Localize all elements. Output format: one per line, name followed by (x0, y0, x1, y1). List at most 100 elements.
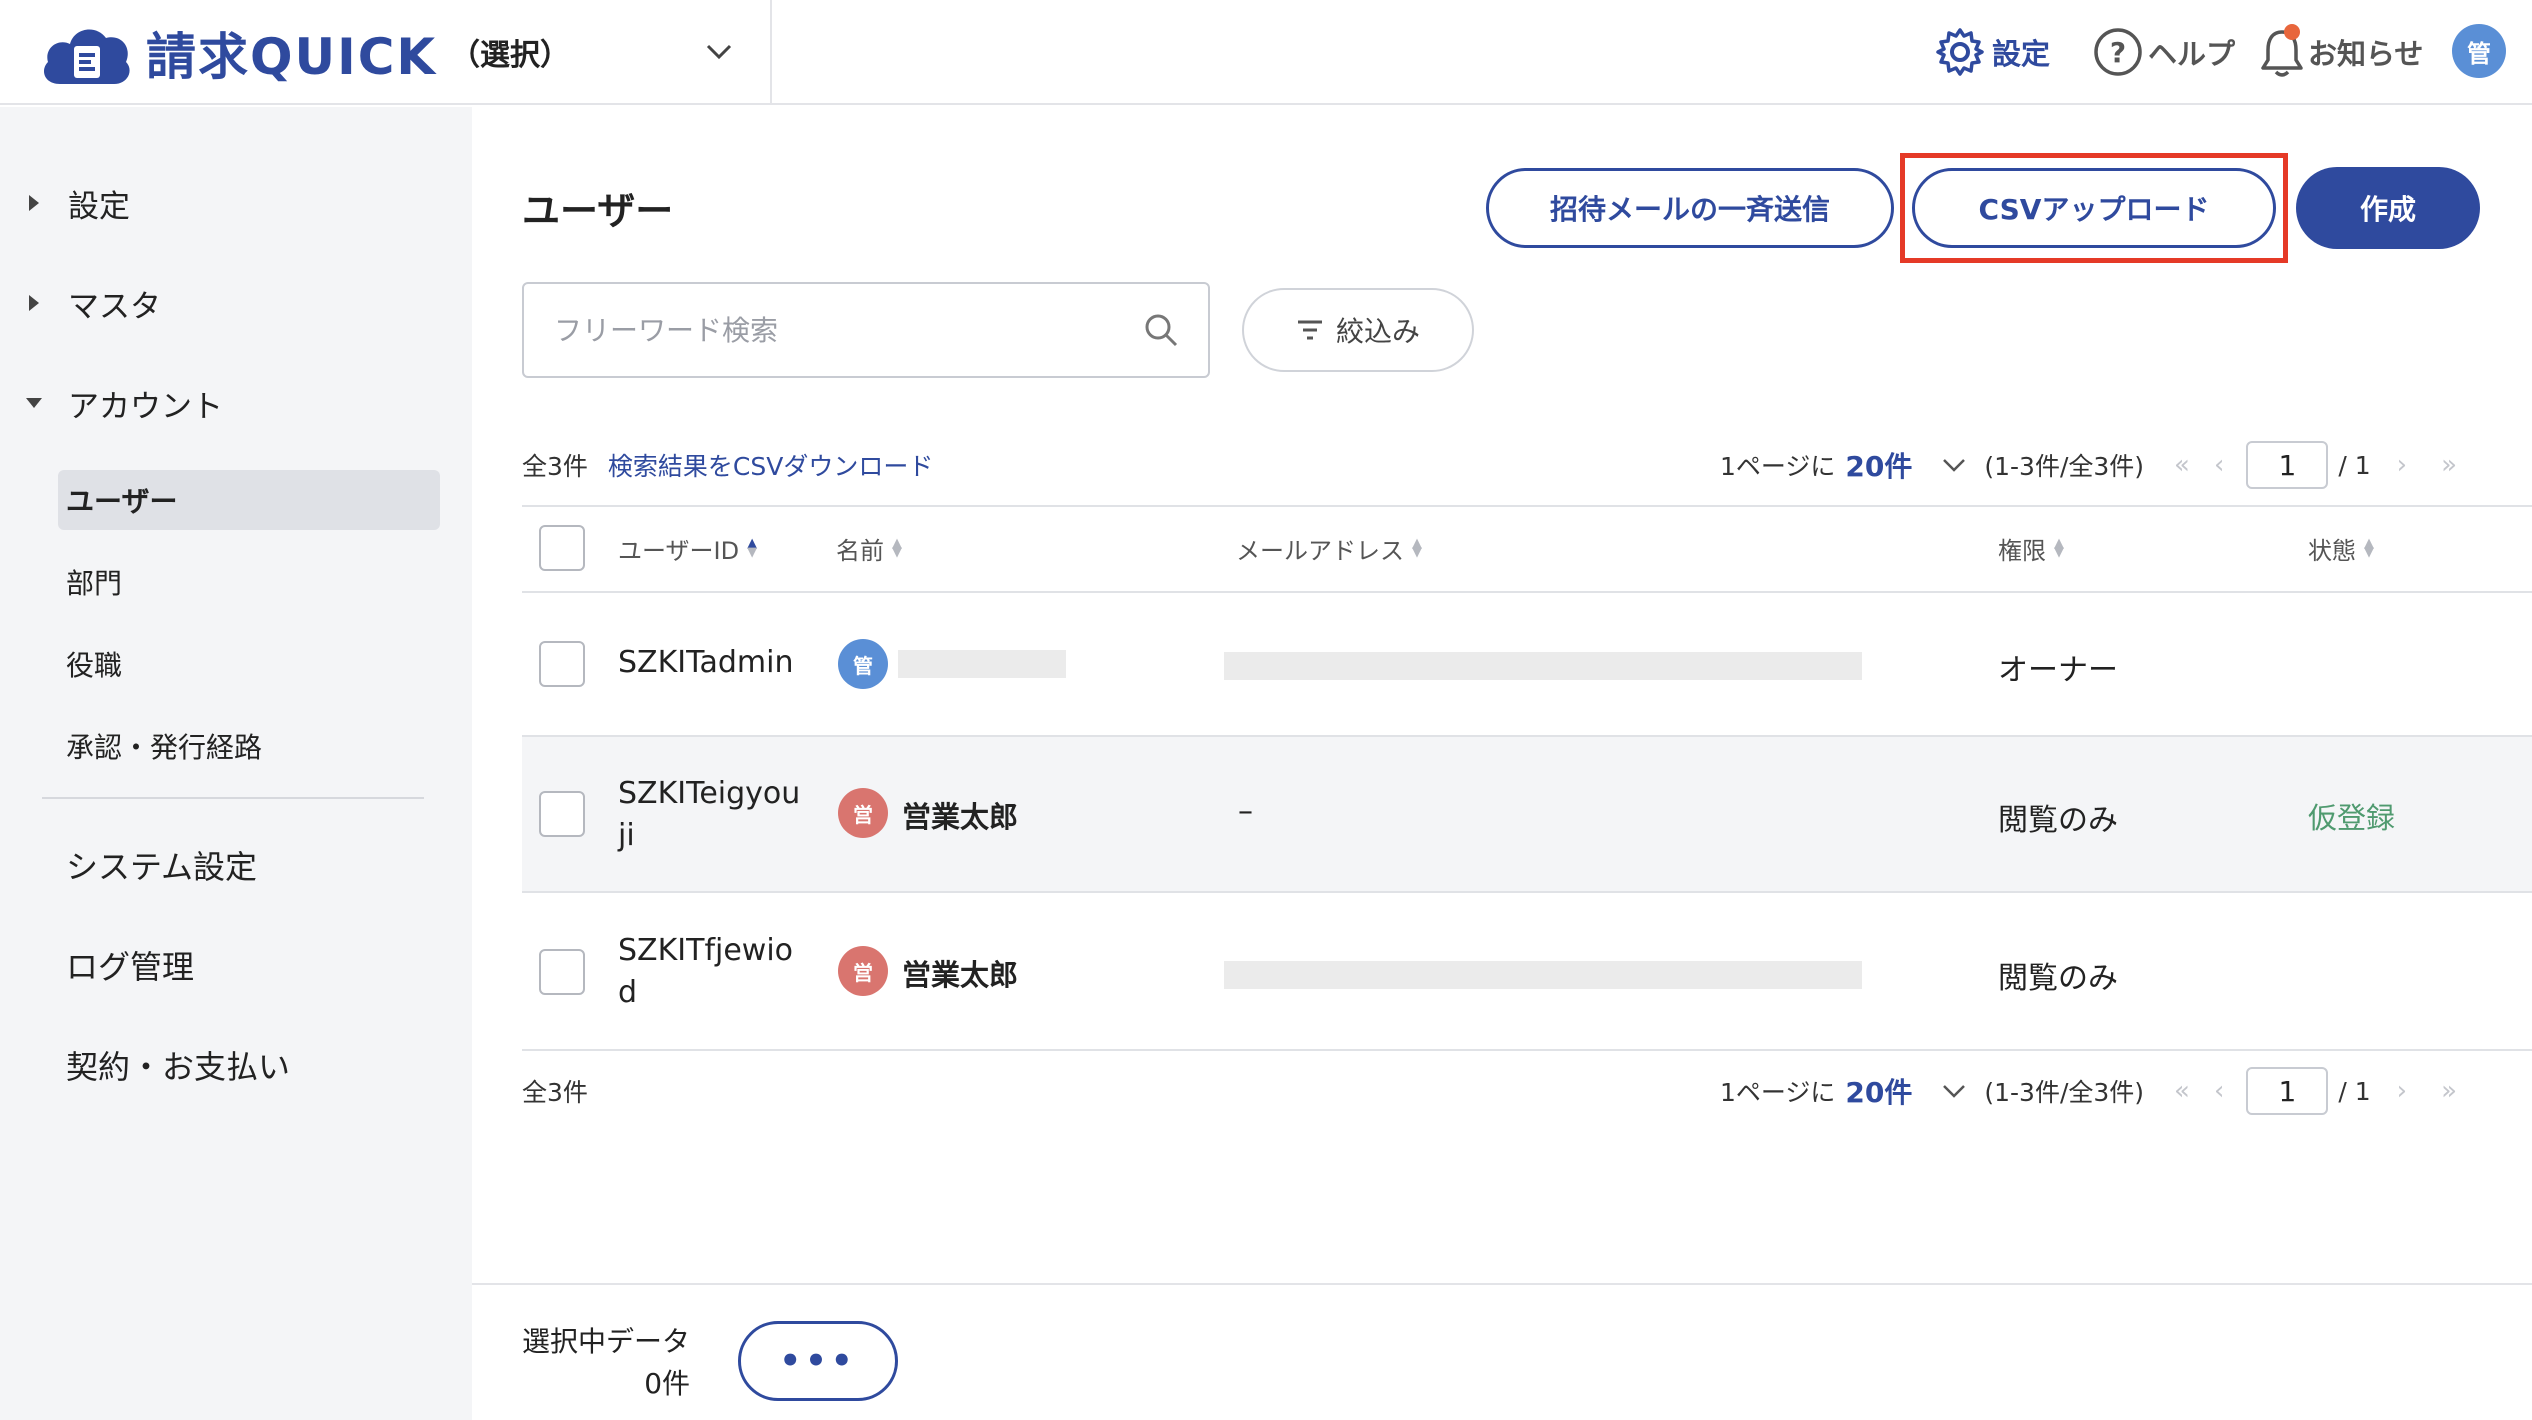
page-title: ユーザー (522, 189, 674, 233)
row-avatar: 営 (838, 946, 888, 996)
company-select-value: （選択） (450, 38, 570, 73)
sort-icon: ▲ ▼ (1412, 536, 1422, 560)
pager-top: 1ページに 20件 (1-3件/全3件) « ‹ 1 / 1 › » (1720, 441, 2469, 489)
app-logo[interactable]: 請求QUICK (38, 18, 437, 88)
column-header-role[interactable]: 権限 ▲ ▼ (1998, 528, 2064, 568)
next-page-icon[interactable]: › (2397, 1076, 2407, 1106)
chevron-down-icon[interactable] (1942, 1084, 1966, 1098)
more-actions-button[interactable]: ••• (738, 1321, 898, 1401)
first-page-icon[interactable]: « (2174, 450, 2190, 480)
help-label: ヘルプ (2148, 37, 2236, 71)
redacted-email (1224, 961, 1862, 989)
pager-bottom: 1ページに 20件 (1-3件/全3件) « ‹ 1 / 1 › » (1720, 1067, 2469, 1115)
notifications-label: お知らせ (2308, 37, 2424, 71)
cloud-document-icon (38, 18, 134, 88)
total-pages: / 1 (2338, 1076, 2371, 1106)
sidebar-group-settings[interactable]: 設定 (0, 173, 130, 233)
total-count: 全3件 (522, 452, 588, 481)
status-badge: 仮登録 (2308, 801, 2396, 835)
create-button[interactable]: 作成 (2296, 167, 2480, 249)
sort-icon: ▲ ▼ (2054, 536, 2064, 560)
search-icon[interactable] (1144, 313, 1178, 347)
row-avatar: 管 (838, 639, 888, 689)
sidebar-item-departments[interactable]: 部門 (58, 552, 440, 612)
gear-icon (1936, 28, 1984, 76)
filter-label: 絞込み (1335, 315, 1420, 348)
sidebar-group-master[interactable]: マスタ (0, 273, 161, 333)
column-header-name[interactable]: 名前 ▲ ▼ (836, 528, 902, 568)
selected-label: 選択中データ (522, 1325, 691, 1358)
sidebar-group-label: アカウント (68, 388, 223, 425)
header-divider (770, 0, 772, 105)
role-cell: 閲覧のみ (1998, 961, 2118, 996)
caret-down-icon (0, 397, 68, 409)
select-all-checkbox[interactable] (539, 525, 585, 571)
column-label: 状態 (2308, 536, 2356, 565)
bulk-invite-button[interactable]: 招待メールの一斉送信 (1486, 168, 1894, 248)
bulk-action-bar: 選択中データ 0件 ••• (472, 1283, 2532, 1420)
company-select[interactable]: （選択） (450, 20, 772, 84)
sidebar-divider (42, 797, 424, 799)
sidebar-item-contract-payment[interactable]: 契約・お支払い (66, 1035, 290, 1095)
settings-link[interactable]: 設定 (1932, 24, 2050, 80)
sort-icon: ▲ ▼ (747, 536, 758, 560)
csv-download-link[interactable]: 検索結果をCSVダウンロード (608, 447, 933, 483)
selected-data-info: 選択中データ 0件 (522, 1321, 690, 1405)
row-divider (522, 891, 2532, 893)
column-header-email[interactable]: メールアドレス ▲ ▼ (1236, 528, 1422, 568)
filter-button[interactable]: 絞込み (1242, 288, 1474, 372)
total-count: 全3件 (522, 1078, 588, 1107)
last-page-icon[interactable]: » (2441, 450, 2457, 480)
help-icon: ? (2094, 28, 2142, 76)
sidebar-item-log-management[interactable]: ログ管理 (66, 935, 194, 995)
per-page-prefix: 1ページに (1720, 1078, 1836, 1107)
row-checkbox[interactable] (539, 791, 585, 837)
sidebar-item-approval-routes[interactable]: 承認・発行経路 (58, 716, 440, 776)
row-checkbox[interactable] (539, 949, 585, 995)
sidebar-item-users[interactable]: ユーザー (58, 470, 440, 530)
per-page-select[interactable]: 20件 (1845, 445, 1912, 485)
user-id-cell[interactable]: SZKITfjewiod (618, 930, 808, 1014)
page-number-input[interactable]: 1 (2246, 441, 2329, 489)
column-label: 名前 (836, 536, 884, 565)
redacted-name (898, 650, 1066, 678)
search-input[interactable] (554, 313, 1114, 347)
prev-page-icon[interactable]: ‹ (2214, 1076, 2224, 1106)
email-cell: – (1238, 794, 1253, 829)
svg-text:?: ? (2110, 36, 2126, 69)
table-top-border (522, 505, 2532, 507)
per-page-select[interactable]: 20件 (1845, 1071, 1912, 1111)
name-cell: 営業太郎 (902, 958, 1019, 992)
table-header-border (522, 591, 2532, 593)
first-page-icon[interactable]: « (2174, 1076, 2190, 1106)
sidebar-group-label: 設定 (68, 188, 130, 225)
sidebar-item-system-settings[interactable]: システム設定 (66, 835, 257, 895)
user-id-cell[interactable]: SZKITadmin (618, 642, 808, 684)
chevron-down-icon (706, 44, 732, 60)
notification-badge (2284, 24, 2300, 40)
per-page-prefix: 1ページに (1720, 452, 1836, 481)
name-cell: 営業太郎 (902, 800, 1019, 834)
column-header-user-id[interactable]: ユーザーID ▲ ▼ (618, 528, 757, 568)
table-bottom-border (522, 1049, 2532, 1051)
next-page-icon[interactable]: › (2397, 450, 2407, 480)
notifications-link[interactable]: お知らせ (2260, 24, 2423, 80)
sidebar-group-label: マスタ (68, 288, 161, 325)
role-cell: 閲覧のみ (1998, 803, 2118, 838)
sidebar-item-positions[interactable]: 役職 (58, 634, 440, 694)
help-link[interactable]: ? ヘルプ (2092, 24, 2235, 80)
sidebar-group-account[interactable]: アカウント (0, 373, 223, 433)
chevron-down-icon[interactable] (1942, 458, 1966, 472)
prev-page-icon[interactable]: ‹ (2214, 450, 2224, 480)
row-checkbox[interactable] (539, 641, 585, 687)
column-label: ユーザーID (618, 536, 740, 565)
settings-label: 設定 (1992, 37, 2051, 71)
page-number-input[interactable]: 1 (2246, 1067, 2329, 1115)
search-field[interactable] (522, 282, 1210, 378)
caret-right-icon (0, 294, 68, 312)
user-id-cell[interactable]: SZKITeigyouji (618, 773, 808, 857)
column-header-status[interactable]: 状態 ▲ ▼ (2308, 528, 2374, 568)
last-page-icon[interactable]: » (2441, 1076, 2457, 1106)
sort-icon: ▲ ▼ (892, 536, 902, 560)
user-avatar[interactable]: 管 (2452, 24, 2506, 78)
